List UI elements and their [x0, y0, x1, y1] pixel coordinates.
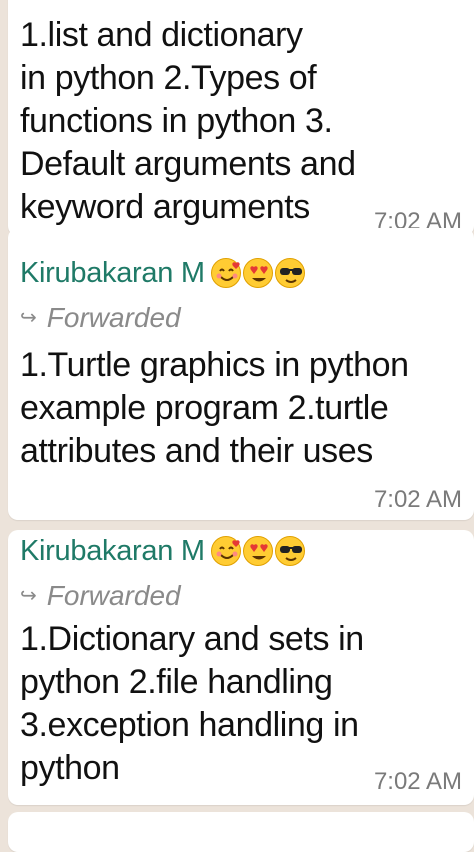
forward-icon: ↪ [20, 585, 37, 607]
message-bubble[interactable]: Kirubakaran M [8, 228, 474, 520]
message-line: 1.Dictionary and sets in [20, 620, 364, 658]
message-bubble[interactable]: Kirubakaran M [8, 530, 474, 805]
forward-icon: ↪ [20, 307, 37, 329]
message-time: 7:02 AM [373, 486, 462, 513]
message-line: 1.Turtle graphics in python [20, 346, 409, 384]
heart-eyes-icon [242, 258, 273, 288]
message-line: 3.exception handling in [20, 706, 359, 744]
message-line: Default arguments and [20, 145, 356, 183]
heart-eyes-icon [242, 536, 273, 566]
message-text: 1.Dictionary and sets in python 2.file h… [20, 618, 460, 790]
message-text: 1.list and dictionary in python 2.Types … [20, 14, 460, 229]
sender-emojis [210, 536, 305, 566]
message-line: attributes and their uses [20, 432, 373, 470]
forwarded-text: Forwarded [46, 580, 181, 611]
sender-name-row[interactable]: Kirubakaran M [20, 256, 305, 290]
forwarded-label: ↪ Forwarded [20, 302, 181, 334]
message-bubble[interactable]: 1.list and dictionary in python 2.Types … [8, 0, 474, 236]
message-line: in python 2.Types of [20, 59, 317, 97]
message-line: python 2.file handling [20, 663, 333, 701]
sender-name-row[interactable]: Kirubakaran M [20, 534, 305, 568]
message-line: functions in python 3. [20, 102, 333, 140]
forwarded-text: Forwarded [46, 302, 181, 333]
sender-name[interactable]: Kirubakaran M [20, 534, 205, 568]
message-line: example program 2.turtle [20, 389, 389, 427]
chat-area[interactable]: 1.list and dictionary in python 2.Types … [0, 0, 474, 852]
forwarded-label: ↪ Forwarded [20, 580, 181, 612]
smiling-face-with-hearts-icon [210, 536, 241, 566]
message-bubble[interactable] [8, 812, 474, 852]
sunglasses-icon [274, 258, 305, 288]
message-line: 1.list and dictionary [20, 16, 303, 54]
sender-emojis [210, 258, 305, 288]
smiling-face-with-hearts-icon [210, 258, 241, 288]
message-text: 1.Turtle graphics in python example prog… [20, 344, 460, 473]
sender-name[interactable]: Kirubakaran M [20, 256, 205, 290]
message-time: 7:02 AM [373, 768, 462, 795]
sunglasses-icon [274, 536, 305, 566]
